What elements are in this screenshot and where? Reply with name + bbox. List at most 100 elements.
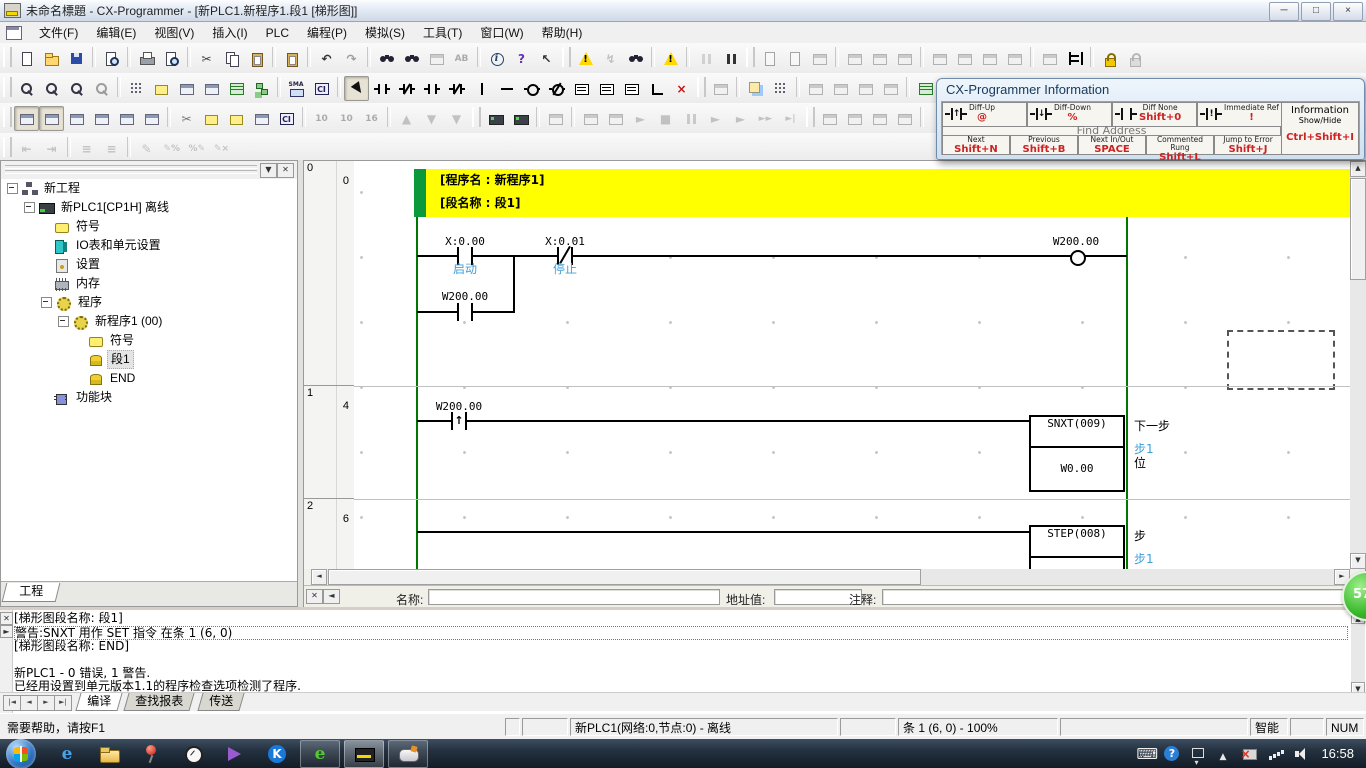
compile-program-button[interactable] xyxy=(573,46,598,71)
show-comments-button[interactable] xyxy=(199,106,224,131)
tree-item-IO表和单元设置[interactable]: IO表和单元设置 xyxy=(1,236,297,255)
new-instruction-button[interactable] xyxy=(594,76,619,101)
edit-instruction-button[interactable] xyxy=(619,76,644,101)
browser-360[interactable]: e xyxy=(300,740,340,768)
mnemonics-view-button[interactable] xyxy=(39,106,64,131)
tree-item-设置[interactable]: 设置 xyxy=(1,255,297,274)
show-monitor-data-button[interactable] xyxy=(249,106,274,131)
new-closed-contact-button[interactable] xyxy=(394,76,419,101)
find-button[interactable] xyxy=(374,46,399,71)
differential-monitor-button[interactable] xyxy=(743,76,768,101)
select-mode-button[interactable] xyxy=(344,76,369,101)
menu-item-3[interactable]: 插入(I) xyxy=(203,22,256,43)
output-nav-button-3[interactable]: ►| xyxy=(54,695,72,711)
program-check-button[interactable] xyxy=(658,46,683,71)
menu-item-0[interactable]: 文件(F) xyxy=(30,22,87,43)
tree-item-符号[interactable]: 符号 xyxy=(1,217,297,236)
open-project-button[interactable] xyxy=(39,46,64,71)
work-online-simulator-button[interactable] xyxy=(508,106,533,131)
menu-item-2[interactable]: 视图(V) xyxy=(145,22,203,43)
new-horizontal-button[interactable] xyxy=(494,76,519,101)
selection-rectangle[interactable] xyxy=(1227,330,1335,390)
new-coil-button[interactable] xyxy=(519,76,544,101)
scroll-down-button[interactable]: ▼ xyxy=(1350,553,1366,569)
set-protection-button[interactable] xyxy=(1097,46,1122,71)
output-nav-button-1[interactable]: ◄ xyxy=(20,695,38,711)
scroll-up-button[interactable]: ▲ xyxy=(1350,161,1366,177)
rung-comment-button[interactable] xyxy=(149,76,174,101)
clock-app[interactable] xyxy=(174,741,212,767)
section-cut-button[interactable]: ✂ xyxy=(174,106,199,131)
new-vertical-button[interactable] xyxy=(469,76,494,101)
properties-button[interactable] xyxy=(139,106,164,131)
work-online-button[interactable] xyxy=(483,106,508,131)
tree-dropdown-button[interactable]: ▼ xyxy=(260,163,277,178)
minimize-button[interactable]: ─ xyxy=(1269,2,1299,21)
tree-item-内存[interactable]: 内存 xyxy=(1,274,297,293)
k-app[interactable] xyxy=(258,741,296,767)
name-field[interactable] xyxy=(428,589,720,605)
delete-mode-button[interactable]: × xyxy=(669,76,694,101)
menu-item-7[interactable]: 工具(T) xyxy=(414,22,471,43)
tree-item-新PLC1[CP1H] 离线[interactable]: 新PLC1[CP1H] 离线 xyxy=(1,198,297,217)
expander-icon[interactable] xyxy=(41,297,52,308)
network-disconnected-icon[interactable] xyxy=(1240,744,1260,764)
output-expand-button[interactable]: ► xyxy=(0,625,13,638)
symbols-window-button[interactable] xyxy=(64,106,89,131)
scroll-left-button[interactable]: ◄ xyxy=(311,569,327,585)
toggle-grid-button[interactable] xyxy=(124,76,149,101)
internet-explorer[interactable]: e xyxy=(48,741,86,767)
toggle-project-window-button[interactable] xyxy=(114,106,139,131)
print-preview-button[interactable] xyxy=(159,46,184,71)
menu-item-5[interactable]: 编程(P) xyxy=(298,22,356,43)
undo-button[interactable]: ↶ xyxy=(314,46,339,71)
new-or-contact-button[interactable] xyxy=(419,76,444,101)
vscroll-thumb[interactable] xyxy=(1350,178,1366,280)
tree-item-新工程[interactable]: 新工程 xyxy=(1,179,297,198)
contact-w20000-branch[interactable] xyxy=(457,303,473,321)
help-topics-button[interactable]: ? xyxy=(509,46,534,71)
taskbar-clock[interactable]: 16:58 xyxy=(1321,746,1354,761)
instruction-snxt[interactable]: SNXT(009) W0.00 xyxy=(1029,415,1125,492)
hscroll-thumb[interactable] xyxy=(328,569,921,585)
show-ci-button[interactable] xyxy=(309,76,334,101)
io-config-button[interactable] xyxy=(199,76,224,101)
tree-close-button[interactable]: ✕ xyxy=(277,163,294,178)
save-project-button[interactable] xyxy=(64,46,89,71)
output-tab-编译[interactable]: 编译 xyxy=(75,693,122,711)
show-rung-annotations-button[interactable] xyxy=(224,106,249,131)
ime-keyboard-icon[interactable]: ⌨ xyxy=(1136,744,1156,764)
dialog-io-button[interactable] xyxy=(274,106,299,131)
output-close-button[interactable]: ✕ xyxy=(0,612,13,625)
cx-programmer-task[interactable] xyxy=(344,740,384,768)
expander-icon[interactable] xyxy=(58,316,69,327)
new-closed-coil-button[interactable] xyxy=(544,76,569,101)
output-nav-button-0[interactable]: |◄ xyxy=(3,695,21,711)
volume-icon[interactable] xyxy=(1292,744,1312,764)
output-tab-查找报表[interactable]: 查找报表 xyxy=(123,693,194,711)
cut-button[interactable]: ✂ xyxy=(194,46,219,71)
close-button[interactable]: × xyxy=(1333,2,1363,21)
rung-margin-cell[interactable]: 2 6 xyxy=(304,499,354,569)
zoom-fit-button[interactable] xyxy=(39,76,64,101)
output-tab-传送[interactable]: 传送 xyxy=(197,693,244,711)
compile-report-button[interactable] xyxy=(623,46,648,71)
rung-list-button[interactable] xyxy=(174,76,199,101)
line-connect-button[interactable] xyxy=(644,76,669,101)
paint-tool[interactable] xyxy=(388,740,428,768)
new-file-button[interactable] xyxy=(14,46,39,71)
show-sma-button[interactable] xyxy=(284,76,309,101)
zoom-in-button[interactable] xyxy=(14,76,39,101)
rung-margin-cell[interactable]: 0 0 xyxy=(304,161,354,386)
restore-window-tray-icon[interactable] xyxy=(1188,744,1208,764)
show-hidden-icons-icon[interactable] xyxy=(1214,744,1234,764)
expander-icon[interactable] xyxy=(24,202,35,213)
maximize-button[interactable]: □ xyxy=(1301,2,1331,21)
help-tray-icon[interactable] xyxy=(1162,744,1182,764)
tree-item-功能块[interactable]: 功能块 xyxy=(1,388,297,407)
output-nav-button-2[interactable]: ► xyxy=(37,695,55,711)
menu-item-9[interactable]: 帮助(H) xyxy=(533,22,592,43)
output-line[interactable]: 警告:SNXT 用作 SET 指令 在条 1 (6, 0) xyxy=(14,626,1348,640)
windows-explorer[interactable] xyxy=(90,741,128,767)
find-replace-button[interactable] xyxy=(399,46,424,71)
